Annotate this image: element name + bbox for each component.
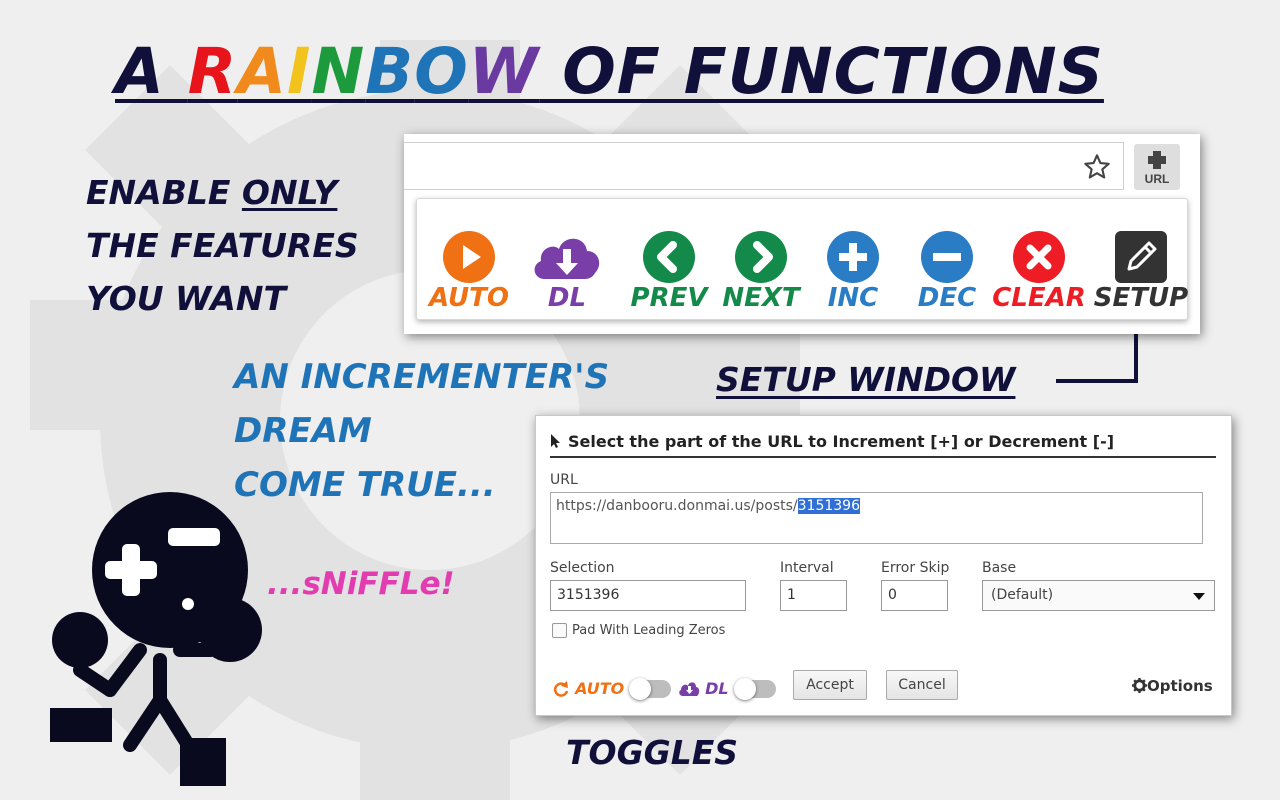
gear-icon [1132,678,1147,693]
accept-button[interactable]: Accept [793,670,867,700]
extension-url-text: URL [1145,172,1170,185]
interval-input[interactable]: 1 [780,580,847,611]
setup-label: SETUP [1093,283,1189,313]
pad-zeros-label: Pad With Leading Zeros [572,623,726,638]
toggles-caption: TOGGLES [566,733,739,772]
dl-label: DL [547,283,587,313]
url-prefix: https://danbooru.donmai.us/posts/ [556,498,798,514]
pencil-icon [1115,231,1167,283]
mascot-character [50,492,262,786]
title-prefix: A [115,35,188,108]
base-select-value: (Default) [991,587,1054,603]
extension-button[interactable]: URL [1134,144,1180,190]
rainbow-letter: N [311,35,366,108]
title-suffix: OF FUNCTIONS [539,35,1104,108]
auto-toggle-switch[interactable] [629,677,672,700]
inc-button[interactable]: INC [803,229,903,319]
page-title: A RAINBOW OF FUNCTIONS [115,30,1160,114]
dream-line1: AN INCREMENTER'S [234,357,610,397]
auto-toggle-label: AUTO [575,679,625,698]
setup-header-text: Select the part of the URL to Increment … [568,432,1115,451]
connector-line [1056,327,1138,383]
sniffle-text: ...sNiFFLe! [267,566,455,602]
chevron-down-icon [1193,593,1205,600]
selection-input[interactable]: 3151396 [550,580,746,611]
rainbow-letter: R [187,35,238,108]
rainbow-letter: B [365,35,415,108]
clear-label: CLEAR [992,283,1086,313]
prev-label: PREV [630,283,708,313]
chevron-right-icon [735,231,787,283]
pad-zeros-checkbox[interactable] [552,623,567,638]
dl-toggle-switch[interactable] [733,677,776,700]
dec-label: DEC [917,283,977,313]
rainbow-letter: I [286,35,312,108]
options-button[interactable]: Options [1132,677,1213,695]
auto-toggle-group: AUTO [552,677,672,702]
url-textarea[interactable]: https://danbooru.donmai.us/posts/3151396 [550,492,1203,544]
star-icon[interactable] [1083,153,1111,181]
base-label: Base [982,560,1017,576]
inc-label: INC [827,283,879,313]
minus-circle-icon [921,231,973,283]
dec-button[interactable]: DEC [897,229,997,319]
refresh-icon [553,680,569,697]
next-button[interactable]: NEXT [711,229,811,319]
enable-line1-b: ONLY [241,173,338,212]
auto-label: AUTO [429,283,509,313]
address-bar[interactable] [404,142,1124,190]
rainbow-letter: A [237,35,287,108]
dl-toggle-group: DL [678,677,776,702]
auto-button[interactable]: AUTO [419,229,519,319]
enable-line3: YOU WANT [86,279,286,318]
play-icon [443,231,495,283]
rainbow-letter: O [414,35,469,108]
cursor-icon [551,434,560,448]
close-circle-icon [1013,231,1065,283]
cloud-download-small-icon [679,681,700,696]
auto-toggle-knob [629,677,652,700]
base-select[interactable]: (Default) [982,580,1215,611]
enable-features-text: ENABLE ONLY THE FEATURES YOU WANT [86,166,406,325]
plus-circle-icon [827,231,879,283]
interval-label: Interval [780,560,834,576]
dl-toggle-label: DL [705,679,729,698]
selection-label: Selection [550,560,615,576]
setup-header: Select the part of the URL to Increment … [550,432,1216,458]
prev-button[interactable]: PREV [619,229,719,319]
setup-window: Select the part of the URL to Increment … [535,415,1232,716]
cancel-button[interactable]: Cancel [886,670,958,700]
error-skip-label: Error Skip [881,560,950,576]
next-label: NEXT [722,283,800,313]
browser-toolbar: URL AUTO DL PREV NEXT INC DEC CLEAR SETU… [404,134,1200,334]
enable-line1-a: ENABLE [86,173,242,212]
dl-toggle-knob [733,677,756,700]
enable-line2: THE FEATURES [86,226,359,265]
options-label: Options [1147,677,1213,695]
clear-button[interactable]: CLEAR [989,229,1089,319]
setup-window-caption: SETUP WINDOW [716,360,1016,399]
title-rainbow-word: RAINBOW [188,35,540,108]
url-selected-text: 3151396 [797,498,860,514]
chevron-left-icon [643,231,695,283]
setup-button[interactable]: SETUP [1091,229,1191,319]
plus-url-icon: URL [1145,151,1170,185]
url-label: URL [550,472,578,488]
extension-popup: AUTO DL PREV NEXT INC DEC CLEAR SETUP [416,198,1188,320]
dl-button[interactable]: DL [517,229,617,319]
cloud-download-icon [534,238,600,279]
error-skip-input[interactable]: 0 [881,580,948,611]
rainbow-letter: W [468,35,540,108]
